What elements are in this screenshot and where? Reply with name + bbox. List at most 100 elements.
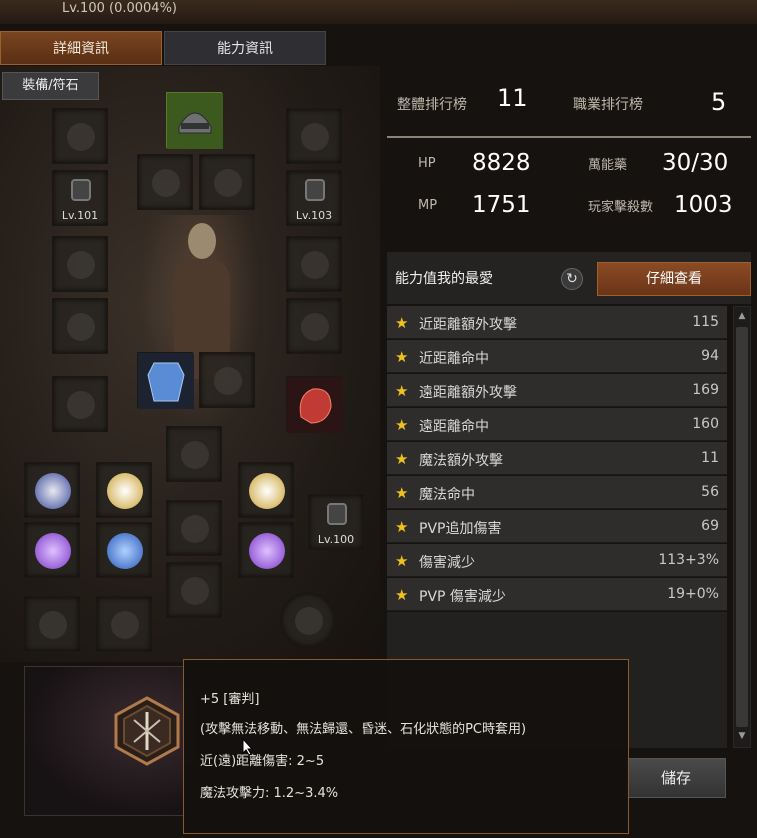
equipment-rune-button[interactable]: 裝備/符石	[2, 72, 99, 100]
stat-row[interactable]: ★ 魔法命中 56	[387, 476, 727, 509]
tshirt-slot[interactable]	[199, 352, 255, 408]
mp-label: MP	[418, 198, 438, 213]
slot-level: Lv.103	[295, 209, 333, 222]
stat-row[interactable]: ★ 近距離額外攻擊 115	[387, 306, 727, 339]
ring-icon	[35, 473, 71, 509]
star-icon: ★	[395, 586, 409, 604]
level-text: Lv.100 (0.0004%)	[62, 1, 177, 16]
ring-icon	[107, 473, 143, 509]
earring-slot-right[interactable]	[286, 108, 342, 164]
shoulder-icon	[301, 251, 329, 279]
divider	[387, 136, 751, 138]
weapon-slot[interactable]	[52, 376, 108, 432]
armor-icon	[138, 353, 194, 409]
tab-details[interactable]: 詳細資訊	[0, 31, 162, 65]
star-icon: ★	[395, 484, 409, 502]
glove-icon	[67, 313, 95, 341]
judgment-skill-icon[interactable]	[112, 696, 182, 766]
ring-icon	[107, 533, 143, 569]
stat-value: 11	[701, 450, 719, 466]
slot-level: Lv.100	[317, 533, 355, 546]
overall-rank-value: 11	[497, 84, 528, 112]
rune-slot-1[interactable]	[24, 596, 80, 652]
stat-row[interactable]: ★ PVP 傷害減少 19+0%	[387, 578, 727, 611]
helmet-slot[interactable]	[166, 92, 223, 149]
wing-icon	[152, 169, 180, 197]
stat-row[interactable]: ★ 傷害減少 113+3%	[387, 544, 727, 577]
stat-value: 169	[692, 382, 719, 398]
star-icon: ★	[395, 552, 409, 570]
stat-row[interactable]: ★ 遠距離命中 160	[387, 408, 727, 441]
stat-name: 傷害減少	[419, 555, 475, 571]
boots-slot[interactable]	[166, 562, 222, 618]
ring-slot-5[interactable]	[96, 522, 152, 578]
scroll-down-icon[interactable]: ▼	[736, 731, 748, 743]
wing-slot[interactable]	[137, 154, 193, 210]
title-bar: Lv.100 (0.0004%)	[0, 0, 757, 24]
stat-row[interactable]: ★ PVP追加傷害 69	[387, 510, 727, 543]
tooltip-damage: 近(遠)距離傷害: 2~5	[200, 754, 325, 769]
emblem-slot[interactable]	[280, 592, 336, 648]
star-icon: ★	[395, 348, 409, 366]
gauntlet-slot[interactable]	[286, 376, 343, 433]
overall-rank-label: 整體排行榜	[397, 97, 467, 113]
ring-slot-3[interactable]	[238, 462, 294, 518]
refresh-icon[interactable]: ↻	[561, 268, 583, 290]
rune-icon	[39, 611, 67, 639]
ring-icon	[249, 473, 285, 509]
scroll-thumb[interactable]	[736, 327, 748, 727]
cloak-slot[interactable]	[286, 298, 342, 354]
belt-slot[interactable]	[166, 426, 222, 482]
stat-row[interactable]: ★ 遠距離額外攻擊 169	[387, 374, 727, 407]
locked-earring-slot-right[interactable]: Lv.103	[286, 170, 342, 226]
scroll-up-icon[interactable]: ▲	[736, 311, 748, 323]
ring-slot-1[interactable]	[24, 462, 80, 518]
stat-name: 魔法命中	[419, 487, 475, 503]
cursor-icon	[242, 738, 254, 756]
rune-icon	[111, 611, 139, 639]
save-button[interactable]: 儲存	[626, 758, 726, 798]
lock-icon	[71, 179, 91, 201]
dagger-icon	[67, 391, 95, 419]
locked-slot-extra[interactable]: Lv.100	[308, 494, 364, 550]
potion-label: 萬能藥	[588, 158, 628, 173]
tooltip-condition: (攻擊無法移動、無法歸還、昏迷、石化狀態的PC時套用)	[200, 722, 527, 737]
stats-scrollbar[interactable]: ▲ ▼	[733, 306, 751, 748]
stat-row[interactable]: ★ 近距離命中 94	[387, 340, 727, 373]
slot-level: Lv.101	[61, 209, 99, 222]
stat-value: 19+0%	[667, 586, 719, 602]
shield-slot[interactable]	[52, 236, 108, 292]
ring-icon	[249, 533, 285, 569]
star-icon: ★	[395, 314, 409, 332]
tshirt-icon	[214, 367, 242, 395]
armor-slot[interactable]	[137, 352, 194, 409]
rank-row: 整體排行榜 11 職業排行榜 5	[387, 80, 751, 128]
stat-row[interactable]: ★ 魔法額外攻擊 11	[387, 442, 727, 475]
necklace-slot[interactable]	[199, 154, 255, 210]
stat-name: 魔法額外攻擊	[419, 453, 503, 469]
earring-icon	[67, 123, 95, 151]
helmet-icon	[167, 93, 223, 149]
stat-value: 160	[692, 416, 719, 432]
view-details-button[interactable]: 仔細查看	[597, 262, 751, 296]
ring-slot-4[interactable]	[24, 522, 80, 578]
stat-name: 近距離額外攻擊	[419, 317, 517, 333]
tooltip-title: +5 [審判]	[200, 692, 260, 707]
glove-slot[interactable]	[52, 298, 108, 354]
potion-value: 30/30	[662, 150, 729, 176]
mp-value: 1751	[472, 192, 531, 218]
ring-icon	[35, 533, 71, 569]
earring-slot-left[interactable]	[52, 108, 108, 164]
stat-value: 115	[692, 314, 719, 330]
star-icon: ★	[395, 450, 409, 468]
ring-slot-2[interactable]	[96, 462, 152, 518]
pants-slot[interactable]	[166, 500, 222, 556]
pvp-kills-value: 1003	[674, 192, 733, 218]
tab-abilities[interactable]: 能力資訊	[164, 31, 326, 65]
locked-earring-slot-left[interactable]: Lv.101	[52, 170, 108, 226]
shoulder-slot[interactable]	[286, 236, 342, 292]
rune-slot-2[interactable]	[96, 596, 152, 652]
lock-icon	[305, 179, 325, 201]
ring-slot-6[interactable]	[238, 522, 294, 578]
cloak-icon	[301, 313, 329, 341]
